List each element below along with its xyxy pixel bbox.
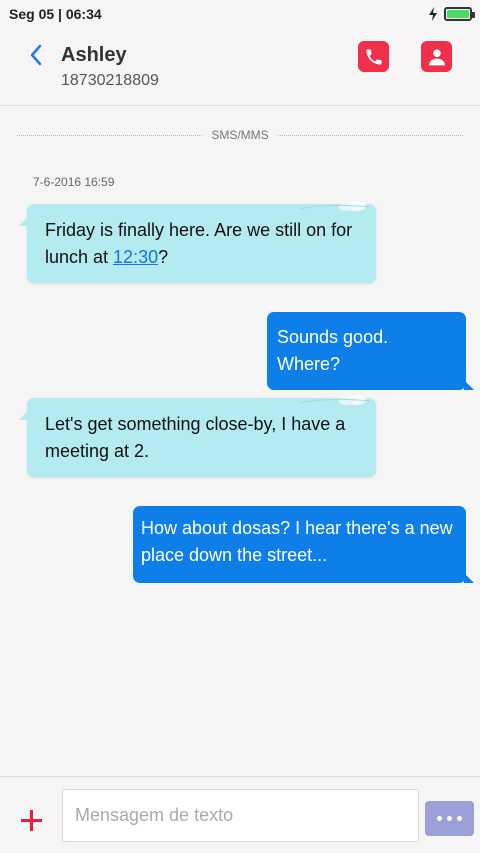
- channel-label: SMS/MMS: [211, 128, 269, 142]
- incoming-message[interactable]: Friday is finally here. Are we still on …: [19, 201, 376, 283]
- plus-icon[interactable]: [20, 809, 43, 832]
- charging-icon: [429, 7, 437, 21]
- more-dots-icon: [437, 816, 442, 821]
- contact-name[interactable]: Ashley: [61, 44, 127, 67]
- message-text: ?: [158, 247, 169, 267]
- contact-details-button[interactable]: [421, 41, 452, 72]
- message-timestamp: 7-6-2016 16:59: [33, 175, 115, 189]
- contact-number: 18730218809: [61, 72, 159, 89]
- cloud-decoration-icon: [299, 395, 371, 405]
- battery-icon: [444, 7, 475, 21]
- conversation-header: Ashley 18730218809: [0, 28, 480, 106]
- status-icons: [428, 7, 475, 21]
- phone-icon: [366, 49, 381, 64]
- more-options-button[interactable]: [425, 801, 474, 836]
- composer-bar: [0, 776, 480, 853]
- incoming-message[interactable]: Let's get something close-by, I have a m…: [19, 395, 376, 477]
- back-chevron-icon[interactable]: [27, 43, 45, 67]
- message-text: Sounds good. Where?: [277, 327, 389, 374]
- call-button[interactable]: [358, 41, 389, 72]
- cloud-decoration-icon: [299, 201, 371, 211]
- person-icon: [428, 49, 445, 65]
- channel-divider: SMS/MMS: [17, 128, 463, 142]
- outgoing-message[interactable]: Sounds good. Where?: [267, 312, 474, 390]
- message-text: How about dosas? I hear there's a new pl…: [141, 518, 453, 565]
- message-input[interactable]: [62, 789, 419, 842]
- message-text: Friday is finally here. Are we still on …: [45, 220, 353, 267]
- outgoing-message[interactable]: How about dosas? I hear there's a new pl…: [133, 506, 474, 583]
- status-bar: Seg 05 | 06:34: [0, 0, 480, 28]
- time-link[interactable]: 12:30: [113, 247, 158, 267]
- battery-level-fill: [447, 10, 469, 18]
- message-text: Let's get something close-by, I have a m…: [45, 414, 346, 461]
- status-datetime: Seg 05 | 06:34: [9, 6, 102, 22]
